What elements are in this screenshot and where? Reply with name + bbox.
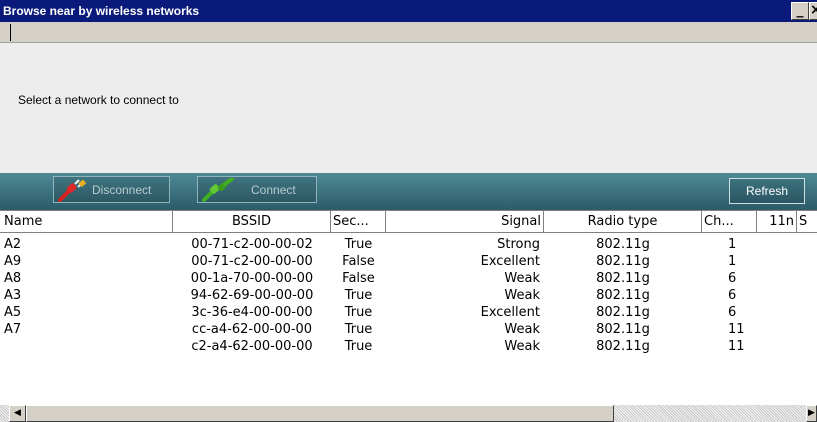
plug-disconnect-icon <box>58 179 87 202</box>
column-header-channel[interactable]: Ch... <box>702 211 757 233</box>
cell-signal: Weak <box>504 271 540 286</box>
cell-11n <box>757 236 797 253</box>
cell-channel: 6 <box>728 305 737 320</box>
cell-bssid: 00-71-c2-00-00-00 <box>191 254 313 269</box>
cell-signal: Weak <box>504 322 540 337</box>
horizontal-scrollbar[interactable]: ◀ ▶ <box>0 405 817 422</box>
cell-11n <box>757 321 797 338</box>
cell-security: True <box>344 288 373 303</box>
minimize-button[interactable]: _ <box>791 2 809 20</box>
cell-security: True <box>344 305 373 320</box>
refresh-button[interactable]: Refresh <box>729 178 805 204</box>
cell-11n <box>757 270 797 287</box>
cell-11n <box>757 253 797 270</box>
scroll-right-arrow-icon[interactable]: ▶ <box>806 405 817 422</box>
column-header-radio-type[interactable]: Radio type <box>544 211 702 233</box>
cell-security: True <box>344 237 373 252</box>
close-button[interactable]: × <box>809 2 817 20</box>
cell-name: A5 <box>4 305 22 320</box>
connect-button[interactable]: Connect <box>197 176 317 203</box>
cell-channel: 11 <box>728 339 745 354</box>
cell-security: False <box>342 271 375 286</box>
text-caret <box>10 24 11 41</box>
network-row[interactable]: A5 3c-36-e4-00-00-00 True Excellent 802.11g 6 <box>0 304 817 321</box>
network-row[interactable]: A7 cc-a4-62-00-00-00 True Weak 802.11g 11 <box>0 321 817 338</box>
disconnect-button[interactable]: Disconnect <box>53 176 170 203</box>
cell-channel: 11 <box>728 322 745 337</box>
column-header-bssid[interactable]: BSSID <box>173 211 331 233</box>
cell-channel: 6 <box>728 288 737 303</box>
column-header-security[interactable]: Sec... <box>331 211 386 233</box>
cell-bssid: cc-a4-62-00-00-00 <box>191 322 313 337</box>
cell-11n <box>757 287 797 304</box>
network-row[interactable]: A2 00-71-c2-00-00-02 True Strong 802.11g 1 <box>0 236 817 253</box>
cell-signal: Excellent <box>480 254 540 269</box>
cell-signal: Weak <box>504 339 540 354</box>
cell-radio-type: 802.11g <box>596 339 650 354</box>
disconnect-label: Disconnect <box>92 183 152 197</box>
cell-name: A8 <box>4 271 22 286</box>
cell-name: A7 <box>4 322 22 337</box>
cell-bssid: 00-1a-70-00-00-00 <box>190 271 314 286</box>
toolbar: Disconnect Connect <box>0 173 817 210</box>
cell-radio-type: 802.11g <box>596 305 650 320</box>
scroll-left-arrow-icon[interactable]: ◀ <box>9 405 26 422</box>
cell-radio-type: 802.11g <box>596 237 650 252</box>
cell-security: True <box>344 322 373 337</box>
network-row[interactable]: A8 00-1a-70-00-00-00 False Weak 802.11g 6 <box>0 270 817 287</box>
network-list[interactable]: Name BSSID Sec... Signal Radio type Ch..… <box>0 210 817 405</box>
window-title: Browse near by wireless networks <box>3 4 200 18</box>
title-bar: Browse near by wireless networks _ × <box>0 0 817 22</box>
plug-connect-icon <box>202 178 234 202</box>
scrollbar-thumb[interactable] <box>26 405 614 422</box>
connect-label: Connect <box>251 183 296 197</box>
instruction-text: Select a network to connect to <box>18 93 179 107</box>
cell-radio-type: 802.11g <box>596 254 650 269</box>
cell-security: True <box>344 339 373 354</box>
cell-security: False <box>342 254 375 269</box>
cell-channel: 1 <box>728 237 737 252</box>
cell-name: A3 <box>4 288 22 303</box>
cell-bssid: 94-62-69-00-00-00 <box>190 288 314 303</box>
cell-channel: 1 <box>728 254 737 269</box>
column-header-11n[interactable]: 11n <box>757 211 797 233</box>
cell-channel: 6 <box>728 271 737 286</box>
cell-radio-type: 802.11g <box>596 288 650 303</box>
cell-name <box>0 338 173 355</box>
address-bar[interactable] <box>0 22 817 43</box>
cell-radio-type: 802.11g <box>596 322 650 337</box>
cell-name: A2 <box>4 237 22 252</box>
cell-radio-type: 802.11g <box>596 271 650 286</box>
cell-11n <box>757 304 797 321</box>
column-header-s[interactable]: S <box>797 211 817 233</box>
cell-bssid: 00-71-c2-00-00-02 <box>191 237 313 252</box>
cell-signal: Weak <box>504 288 540 303</box>
list-header: Name BSSID Sec... Signal Radio type Ch..… <box>0 210 817 234</box>
cell-signal: Strong <box>497 237 540 252</box>
network-row[interactable]: A3 94-62-69-00-00-00 True Weak 802.11g 6 <box>0 287 817 304</box>
column-header-signal[interactable]: Signal <box>386 211 544 233</box>
cell-name: A9 <box>4 254 22 269</box>
column-header-name[interactable]: Name <box>0 211 173 233</box>
network-row[interactable]: A9 00-71-c2-00-00-00 False Excellent 802.11g… <box>0 253 817 270</box>
cell-bssid: c2-a4-62-00-00-00 <box>191 339 313 354</box>
network-row[interactable]: c2-a4-62-00-00-00 True Weak 802.11g 11 <box>0 338 817 355</box>
info-panel <box>0 43 817 173</box>
cell-signal: Excellent <box>480 305 540 320</box>
cell-11n <box>757 338 797 355</box>
cell-bssid: 3c-36-e4-00-00-00 <box>191 305 313 320</box>
